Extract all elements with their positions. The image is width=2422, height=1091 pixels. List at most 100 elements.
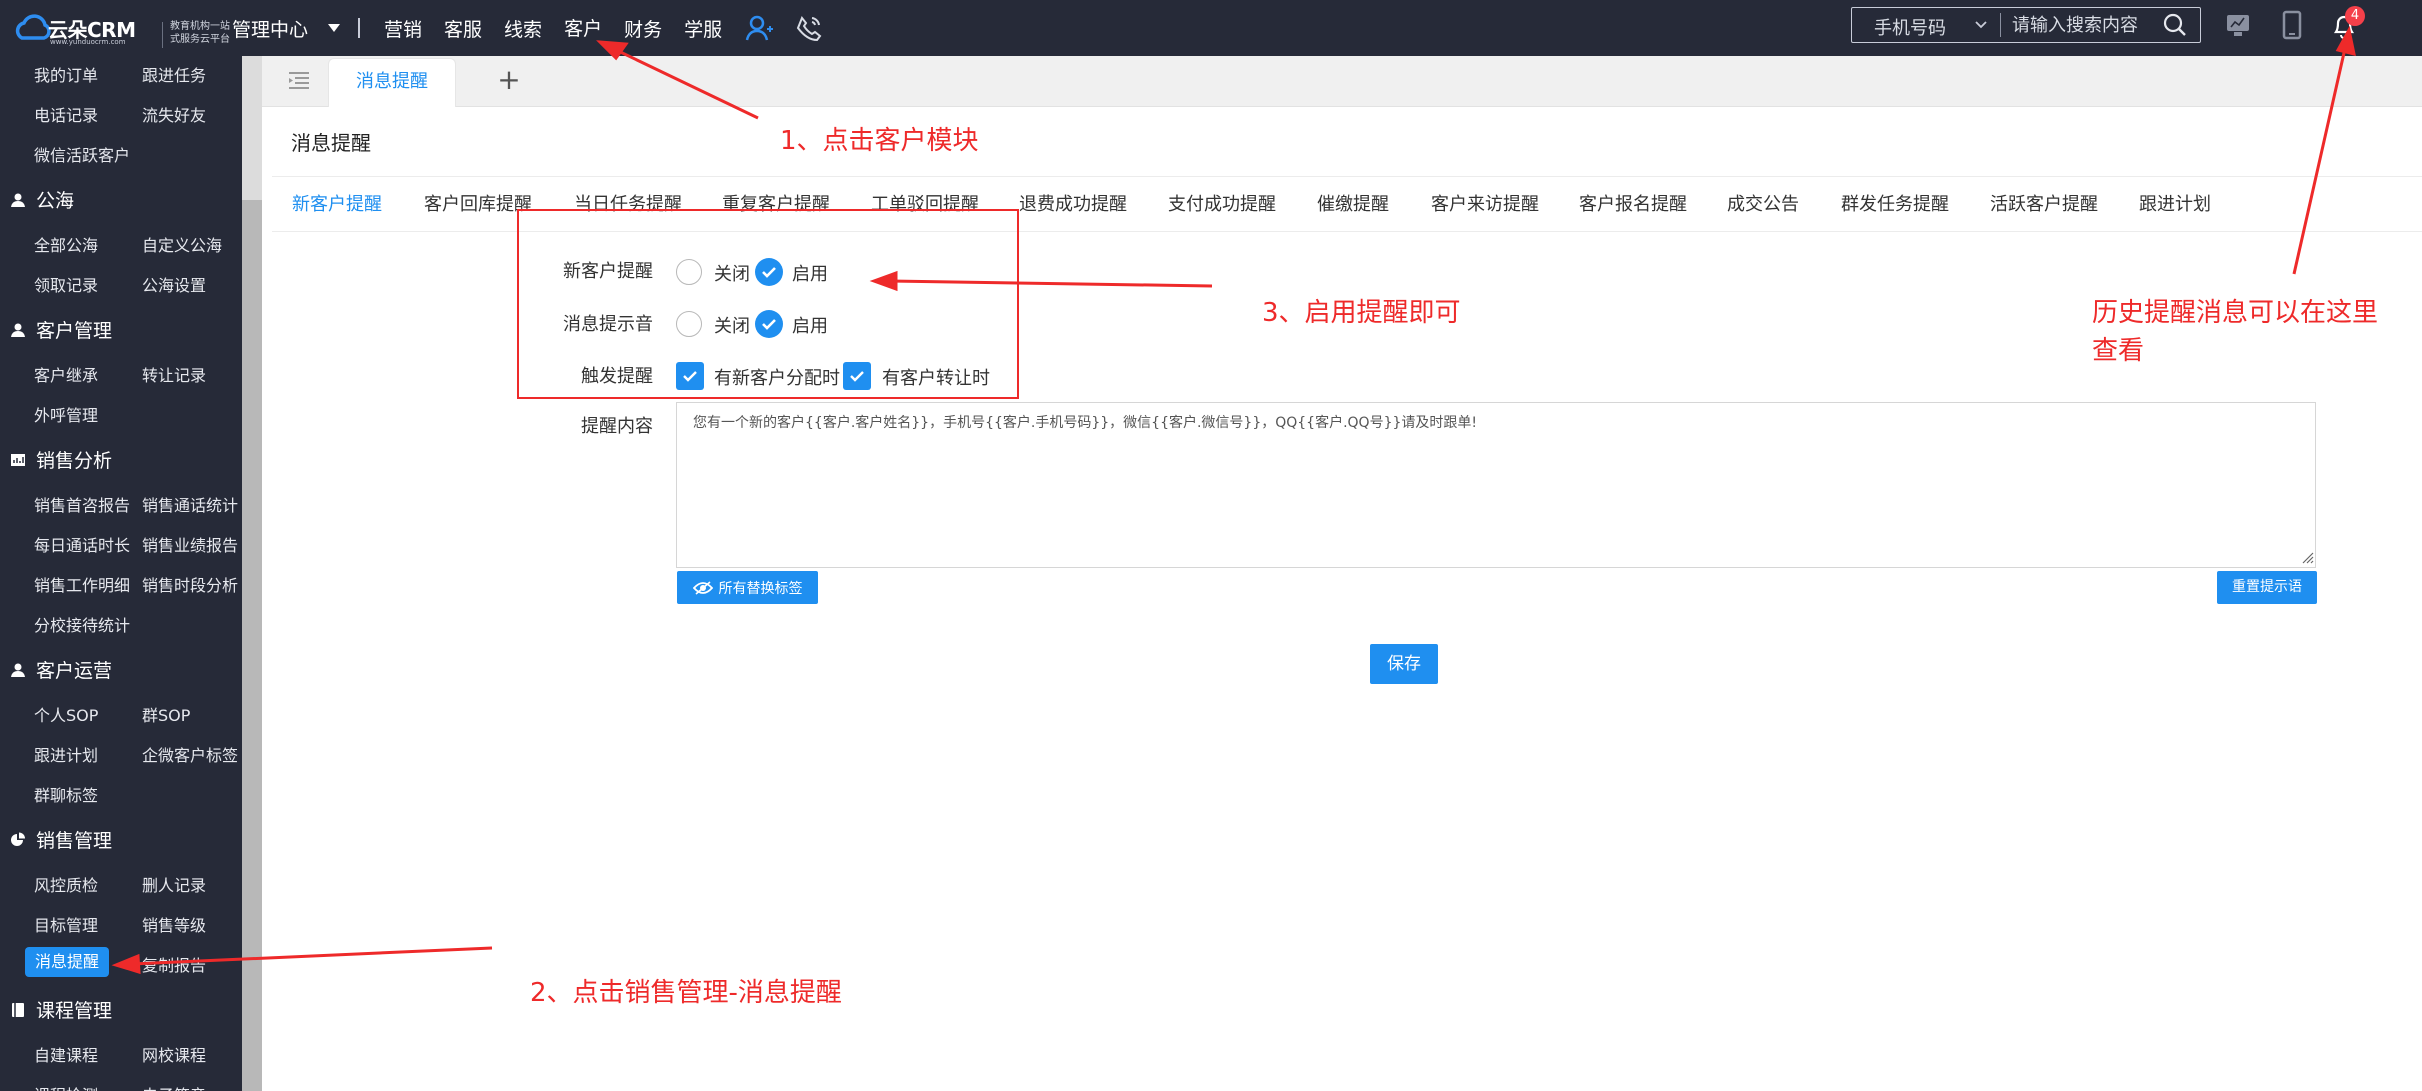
sidebar-item-message-reminder[interactable]: 消息提醒 (25, 947, 109, 977)
brand-tagline: 教育机构一站 式服务云平台 (170, 20, 240, 46)
reminder-content-textarea[interactable]: 您有一个新的客户{{客户.客户姓名}}，手机号{{客户.手机号码}}，微信{{客… (676, 402, 2316, 568)
annotation-step2: 2、点击销售管理-消息提醒 (530, 978, 842, 1008)
nav-item-leads[interactable]: 线索 (504, 15, 542, 42)
nav-item-student-service[interactable]: 学服 (684, 15, 722, 42)
annotation-step1: 1、点击客户模块 (780, 126, 979, 156)
sidebar-section-customer-mgmt[interactable]: 客户管理 (10, 316, 112, 343)
sidebar-item-delete-records[interactable]: 删人记录 (142, 872, 206, 896)
search-type-select[interactable]: 手机号码 (1874, 14, 1946, 40)
mobile-icon[interactable] (2278, 10, 2306, 40)
sidebar-item-own-courses[interactable]: 自建课程 (34, 1042, 98, 1066)
sidebar-item-follow-tasks[interactable]: 跟进任务 (142, 62, 206, 86)
subtab-new-customer[interactable]: 新客户提醒 (292, 190, 382, 216)
sidebar-item-wecom-tags[interactable]: 企微客户标签 (142, 742, 238, 766)
sidebar-item-risk-qc[interactable]: 风控质检 (34, 872, 98, 896)
monitor-icon[interactable] (2224, 10, 2252, 40)
nav-item-service[interactable]: 客服 (444, 15, 482, 42)
annotation-history: 历史提醒消息可以在这里查看 (2092, 298, 2379, 366)
subtab-follow-plan[interactable]: 跟进计划 (2139, 190, 2211, 216)
sidebar-item-period-analysis[interactable]: 销售时段分析 (142, 572, 238, 596)
sidebar-section-customer-ops[interactable]: 客户运营 (10, 656, 112, 683)
search-input[interactable] (2012, 8, 2162, 42)
sidebar-section-sales-mgmt[interactable]: 销售管理 (10, 826, 112, 853)
sidebar-item-performance-report[interactable]: 销售业绩报告 (142, 532, 238, 556)
sidebar-item-all-pool[interactable]: 全部公海 (34, 232, 98, 256)
nav-item-marketing[interactable]: 营销 (384, 15, 422, 42)
sidebar-item-copy-report[interactable]: 复制报告 (142, 952, 206, 976)
sidebar-item-course-check[interactable]: 课程检测 (34, 1082, 98, 1091)
subtab-customer-return[interactable]: 客户回库提醒 (424, 190, 532, 216)
brand-tagline-line1: 教育机构一站 (170, 21, 230, 32)
search-box: 手机号码 (1851, 7, 2201, 43)
sidebar-item-call-stats[interactable]: 销售通话统计 (142, 492, 238, 516)
brand-url: www.yunduocrm.com (50, 38, 126, 46)
brand-logo[interactable]: 云朵CRM www.yunduocrm.com 教育机构一站 式服务云平台 (14, 6, 230, 50)
tab-strip: 消息提醒 + (262, 56, 2422, 107)
annotation-highlight-box (517, 209, 1019, 399)
search-icon[interactable] (2162, 12, 2188, 38)
sidebar: 我的订单 跟进任务 电话记录 流失好友 微信活跃客户 公海 全部公海 自定义公海… (0, 56, 242, 1091)
sidebar-item-branch-reception[interactable]: 分校接待统计 (34, 612, 130, 636)
subtab-active-customer[interactable]: 活跃客户提醒 (1990, 190, 2098, 216)
sidebar-item-custom-pool[interactable]: 自定义公海 (142, 232, 222, 256)
sidebar-section-title: 公海 (36, 190, 75, 212)
sidebar-item-my-orders[interactable]: 我的订单 (34, 62, 98, 86)
user-icon (11, 323, 25, 337)
sidebar-section-course-mgmt[interactable]: 课程管理 (10, 996, 112, 1023)
sidebar-item-claim-records[interactable]: 领取记录 (34, 272, 98, 296)
sidebar-item-transfer-records[interactable]: 转让记录 (142, 362, 206, 386)
pie-icon (11, 832, 25, 846)
sidebar-item-work-details[interactable]: 销售工作明细 (34, 572, 130, 596)
nav-item-customer[interactable]: 客户 (564, 14, 602, 43)
all-tags-button[interactable]: 所有替换标签 (677, 571, 818, 604)
nav-item-finance[interactable]: 财务 (624, 15, 662, 42)
sidebar-item-online-courses[interactable]: 网校课程 (142, 1042, 206, 1066)
brand-tagline-line2: 式服务云平台 (170, 34, 230, 45)
phone-call-icon[interactable] (794, 13, 824, 43)
sidebar-section-title: 课程管理 (36, 1000, 113, 1022)
save-button[interactable]: 保存 (1370, 644, 1438, 684)
sidebar-item-wechat-active[interactable]: 微信活跃客户 (34, 142, 130, 166)
sidebar-item-e-signature[interactable]: 电子签章 (142, 1082, 206, 1091)
sidebar-scrollbar-thumb[interactable] (242, 200, 262, 1091)
subtab-mass-task[interactable]: 群发任务提醒 (1841, 190, 1949, 216)
nav-management-center[interactable]: 管理中心 (232, 15, 308, 42)
sidebar-item-call-records[interactable]: 电话记录 (34, 102, 98, 126)
subtab-deal-announcement[interactable]: 成交公告 (1727, 190, 1799, 216)
sidebar-section-public-pool[interactable]: 公海 (10, 186, 74, 213)
sidebar-item-pool-settings[interactable]: 公海设置 (142, 272, 206, 296)
notification-count-badge: 4 (2345, 6, 2365, 26)
sidebar-item-first-consult-report[interactable]: 销售首咨报告 (34, 492, 130, 516)
reset-prompt-button[interactable]: 重置提示语 (2217, 571, 2317, 604)
sidebar-item-sales-level[interactable]: 销售等级 (142, 912, 206, 936)
sidebar-item-follow-plan[interactable]: 跟进计划 (34, 742, 98, 766)
chevron-down-icon[interactable] (328, 24, 341, 32)
sidebar-item-daily-call-duration[interactable]: 每日通话时长 (34, 532, 130, 556)
subtab-enroll-reminder[interactable]: 客户报名提醒 (1579, 190, 1687, 216)
subtab-payment-reminder[interactable]: 催缴提醒 (1317, 190, 1389, 216)
reminder-content-label: 提醒内容 (581, 416, 653, 437)
menu-collapse-icon[interactable] (286, 68, 312, 94)
sidebar-item-group-chat-tags[interactable]: 群聊标签 (34, 782, 98, 806)
annotation-step3: 3、启用提醒即可 (1262, 298, 1461, 328)
sidebar-section-title: 客户管理 (36, 320, 113, 342)
chevron-down-icon[interactable] (1972, 15, 1990, 33)
subtab-payment-success[interactable]: 支付成功提醒 (1168, 190, 1276, 216)
subtab-visit-reminder[interactable]: 客户来访提醒 (1431, 190, 1539, 216)
page-title: 消息提醒 (291, 131, 371, 155)
user-icon (11, 663, 25, 677)
sidebar-item-outbound-mgmt[interactable]: 外呼管理 (34, 402, 98, 426)
sidebar-item-personal-sop[interactable]: 个人SOP (34, 702, 98, 726)
sidebar-item-target-mgmt[interactable]: 目标管理 (34, 912, 98, 936)
book-icon (12, 1002, 24, 1017)
contacts-icon[interactable] (744, 13, 774, 43)
top-nav: 管理中心 营销 客服 线索 客户 财务 学服 (232, 0, 844, 56)
subtab-refund-success[interactable]: 退费成功提醒 (1019, 190, 1127, 216)
sidebar-item-group-sop[interactable]: 群SOP (142, 702, 190, 726)
resize-handle-icon[interactable] (2300, 550, 2314, 564)
sidebar-item-lost-friends[interactable]: 流失好友 (142, 102, 206, 126)
add-tab-button[interactable]: + (494, 62, 524, 98)
sidebar-item-customer-inherit[interactable]: 客户继承 (34, 362, 98, 386)
tab-message-reminder[interactable]: 消息提醒 (328, 58, 456, 107)
sidebar-section-sales-analysis[interactable]: 销售分析 (10, 446, 112, 473)
